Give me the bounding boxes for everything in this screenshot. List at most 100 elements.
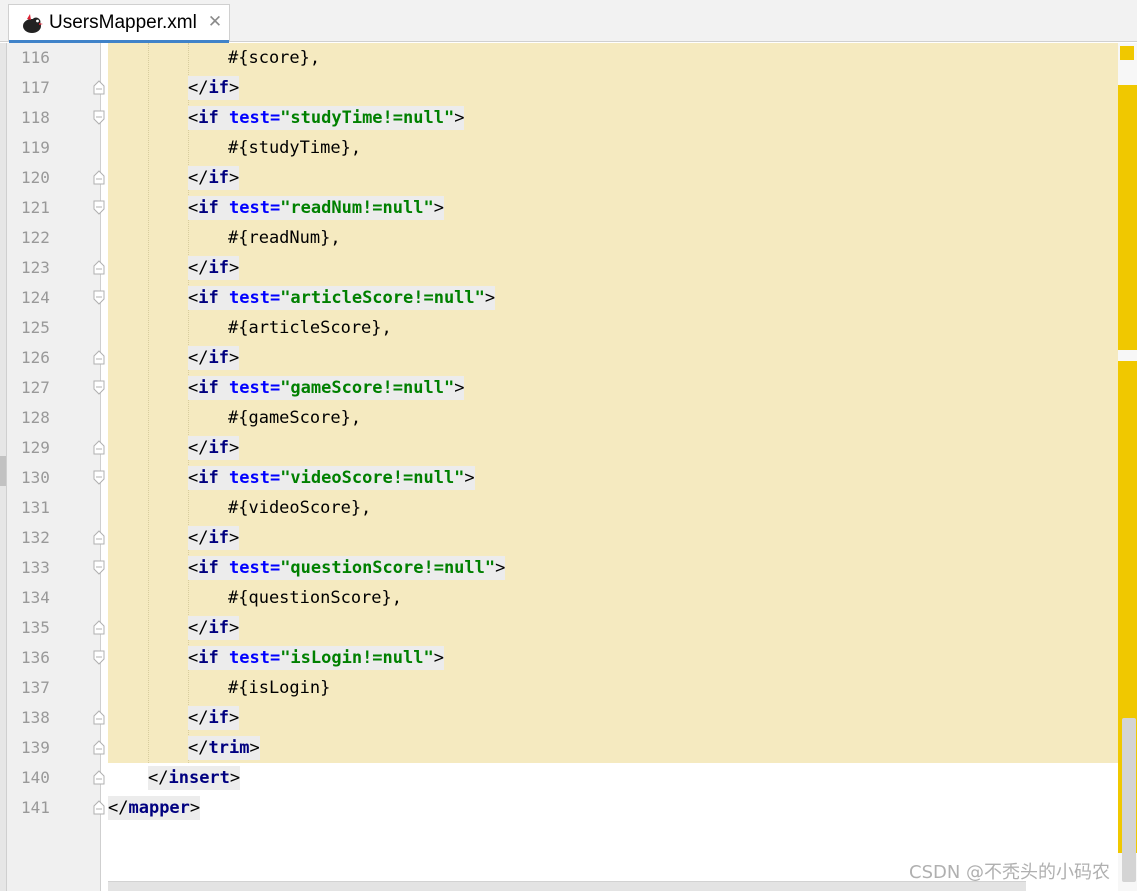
tag-name: if	[208, 348, 229, 368]
fold-end-icon[interactable]	[93, 800, 107, 816]
fold-end-icon[interactable]	[93, 350, 107, 366]
code-line: </if>	[188, 253, 240, 283]
fold-expanded-icon[interactable]	[93, 650, 107, 666]
tool-window-marker[interactable]	[0, 456, 6, 486]
watermark: CSDN @不秃头的小码农	[909, 862, 1111, 883]
code-line: </mapper>	[108, 793, 201, 823]
line-number: 138	[21, 708, 50, 727]
xml-close-tag: </if>	[188, 256, 240, 280]
tag-name: if	[198, 198, 219, 218]
code-line: #{readNum},	[228, 223, 341, 253]
xml-close-tag: </trim>	[188, 736, 260, 760]
code-line: <if test="gameScore!=null">	[188, 373, 465, 403]
attribute-value: "studyTime!=null"	[280, 108, 455, 128]
fold-expanded-icon[interactable]	[93, 560, 107, 576]
code-text: #{studyTime},	[228, 138, 362, 158]
tag-name: if	[208, 168, 229, 188]
xml-close-tag: </if>	[188, 616, 240, 640]
line-number: 133	[21, 558, 50, 577]
fold-end-icon[interactable]	[93, 740, 107, 756]
tag-name: if	[198, 288, 219, 308]
warning-marker[interactable]	[1120, 46, 1134, 60]
line-number: 139	[21, 738, 50, 757]
fold-end-icon[interactable]	[93, 530, 107, 546]
xml-close-tag: </insert>	[148, 766, 241, 790]
attribute-name: test	[228, 558, 270, 578]
attribute-value: "videoScore!=null"	[280, 468, 465, 488]
line-number: 122	[21, 228, 50, 247]
code-line: #{videoScore},	[228, 493, 371, 523]
code-line: </insert>	[148, 763, 241, 793]
fold-end-icon[interactable]	[93, 710, 107, 726]
xml-open-tag: <if test="gameScore!=null">	[188, 376, 465, 400]
line-number: 127	[21, 378, 50, 397]
line-number: 129	[21, 438, 50, 457]
vertical-scrollbar-thumb[interactable]	[1122, 718, 1136, 882]
tag-name: insert	[168, 768, 230, 788]
code-text: #{videoScore},	[228, 498, 372, 518]
fold-expanded-icon[interactable]	[93, 110, 107, 126]
fold-expanded-icon[interactable]	[93, 470, 107, 486]
tag-name: mapper	[128, 798, 190, 818]
horizontal-scrollbar[interactable]	[108, 881, 1026, 891]
fold-end-icon[interactable]	[93, 80, 107, 96]
tag-name: if	[198, 558, 219, 578]
tag-name: if	[198, 468, 219, 488]
line-number: 140	[21, 768, 50, 787]
change-marker[interactable]	[1118, 85, 1137, 350]
code-line: </if>	[188, 73, 240, 103]
close-icon[interactable]: ✕	[205, 11, 225, 33]
attribute-name: test	[228, 378, 270, 398]
code-line: <if test="articleScore!=null">	[188, 283, 496, 313]
fold-end-icon[interactable]	[93, 770, 107, 786]
code-line: </if>	[188, 703, 240, 733]
attribute-value: "isLogin!=null"	[280, 648, 434, 668]
tag-name: trim	[208, 738, 250, 758]
line-number: 130	[21, 468, 50, 487]
code-line: #{gameScore},	[228, 403, 361, 433]
fold-expanded-icon[interactable]	[93, 200, 107, 216]
tag-name: if	[208, 528, 229, 548]
xml-file-icon	[21, 14, 43, 34]
line-number: 136	[21, 648, 50, 667]
line-number: 126	[21, 348, 50, 367]
code-line: #{score},	[228, 43, 320, 73]
line-number: 116	[21, 48, 50, 67]
line-number: 128	[21, 408, 50, 427]
fold-end-icon[interactable]	[93, 170, 107, 186]
editor-tab-bar: UsersMapper.xml ✕	[0, 0, 1137, 43]
code-line: </if>	[188, 523, 240, 553]
code-text: #{questionScore},	[228, 588, 402, 608]
code-line: #{articleScore},	[228, 313, 392, 343]
xml-close-tag: </if>	[188, 436, 240, 460]
code-line: </if>	[188, 163, 240, 193]
code-text: #{isLogin}	[228, 678, 331, 698]
attribute-name: test	[228, 468, 270, 488]
tag-name: if	[198, 108, 219, 128]
xml-close-tag: </mapper>	[108, 796, 201, 820]
code-text: #{gameScore},	[228, 408, 362, 428]
attribute-value: "articleScore!=null"	[280, 288, 485, 308]
fold-end-icon[interactable]	[93, 620, 107, 636]
xml-open-tag: <if test="questionScore!=null">	[188, 556, 506, 580]
tab-usersmapper-xml[interactable]: UsersMapper.xml ✕	[8, 4, 230, 43]
code-line: #{questionScore},	[228, 583, 402, 613]
xml-close-tag: </if>	[188, 166, 240, 190]
xml-open-tag: <if test="isLogin!=null">	[188, 646, 444, 670]
line-number: 119	[21, 138, 50, 157]
xml-open-tag: <if test="articleScore!=null">	[188, 286, 496, 310]
code-line: #{isLogin}	[228, 673, 330, 703]
tag-name: if	[208, 78, 229, 98]
line-number: 135	[21, 618, 50, 637]
code-line: <if test="studyTime!=null">	[188, 103, 465, 133]
tool-window-strip	[0, 43, 7, 891]
code-line: <if test="questionScore!=null">	[188, 553, 506, 583]
fold-expanded-icon[interactable]	[93, 290, 107, 306]
tag-name: if	[208, 258, 229, 278]
fold-end-icon[interactable]	[93, 440, 107, 456]
tab-title: UsersMapper.xml	[49, 12, 197, 33]
attribute-value: "readNum!=null"	[280, 198, 434, 218]
fold-end-icon[interactable]	[93, 260, 107, 276]
line-number: 132	[21, 528, 50, 547]
fold-expanded-icon[interactable]	[93, 380, 107, 396]
